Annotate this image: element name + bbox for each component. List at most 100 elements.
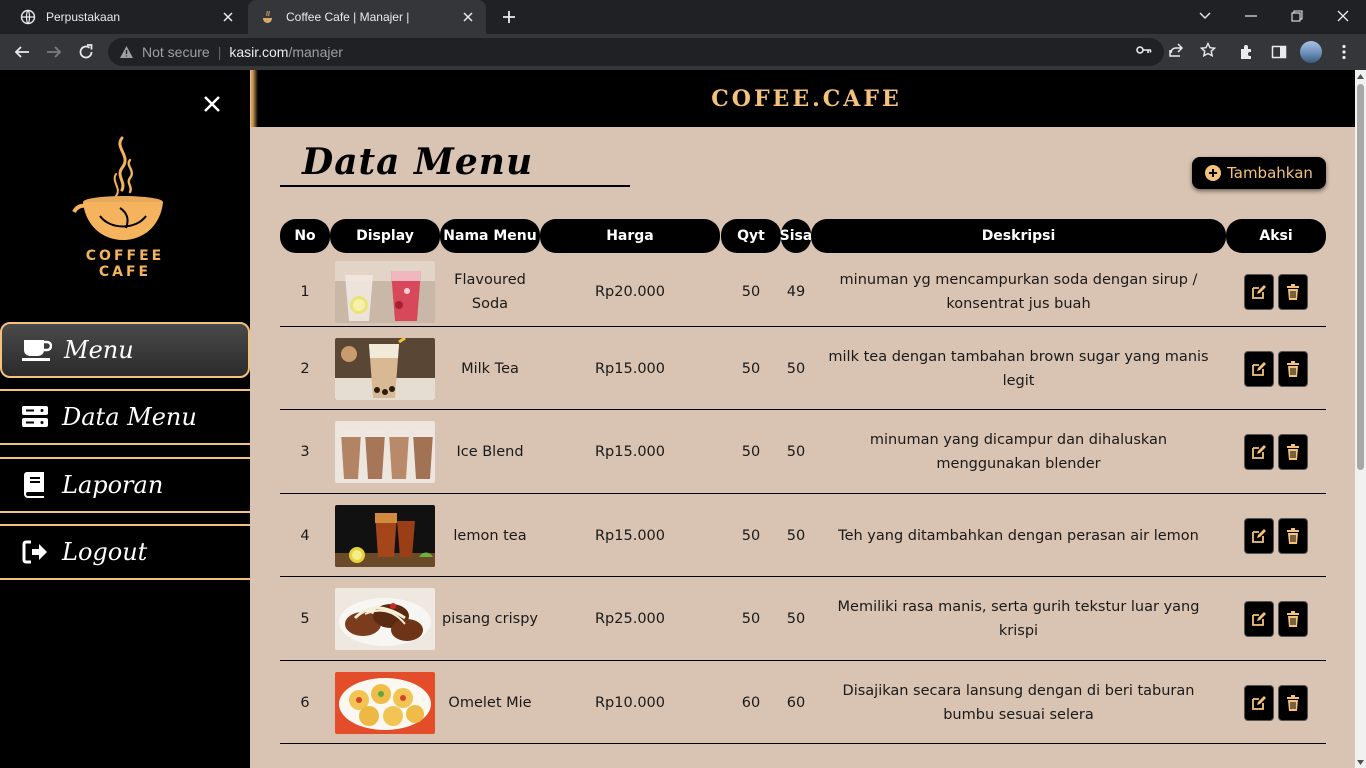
- globe-icon: [20, 9, 36, 25]
- delete-button[interactable]: [1278, 684, 1308, 721]
- table-row: 3 Ice Blend Rp15.000 50 50 minuman yang dicam…: [280, 410, 1326, 494]
- back-arrow-icon[interactable]: [8, 38, 36, 66]
- more-menu-icon[interactable]: [1330, 38, 1358, 66]
- cell-harga: Rp15.000: [594, 527, 665, 544]
- address-bar[interactable]: Not secure | kasir.com/manajer: [108, 38, 1164, 66]
- address-separator: |: [217, 44, 222, 60]
- plus-circle-icon: [1205, 165, 1222, 181]
- scrollbar-thumb[interactable]: [1357, 84, 1364, 470]
- add-button-label: Tambahkan: [1227, 164, 1313, 182]
- trash-icon: [1286, 694, 1300, 711]
- reading-list-icon[interactable]: [1265, 38, 1293, 66]
- warning-triangle-icon[interactable]: [118, 44, 134, 60]
- cell-harga: Rp20.000: [594, 284, 665, 300]
- cell-deskripsi: milk tea dengan tambahan brown sugar yan…: [828, 348, 1209, 389]
- column-header-nama-menu: Nama Menu: [440, 219, 540, 253]
- cell-nama-menu: lemon tea: [453, 527, 527, 544]
- forward-arrow-icon[interactable]: [40, 38, 68, 66]
- tab-close-icon[interactable]: [460, 9, 476, 25]
- browser-toolbar: Not secure | kasir.com/manajer: [0, 34, 1366, 70]
- edit-button[interactable]: [1244, 684, 1274, 721]
- sidebar-item-label: Data Menu: [62, 403, 197, 431]
- delete-button[interactable]: [1278, 517, 1308, 554]
- book-icon: [20, 471, 50, 499]
- add-menu-button[interactable]: Tambahkan: [1192, 157, 1326, 189]
- cell-deskripsi: Teh yang ditambahkan dengan perasan air …: [838, 527, 1199, 544]
- cell-aksi: [1226, 577, 1326, 661]
- cell-qyt: 60: [741, 694, 761, 711]
- restore-icon[interactable]: [1274, 0, 1320, 32]
- cell-sisa: 50: [786, 360, 806, 377]
- column-header-aksi: Aksi: [1226, 219, 1326, 253]
- sidebar-item-label: Laporan: [62, 471, 164, 499]
- cell-sisa: 50: [786, 611, 806, 627]
- edit-button[interactable]: [1244, 434, 1274, 470]
- cell-nama-menu: Flavoured Soda: [454, 272, 526, 312]
- cell-no: 5: [300, 611, 310, 627]
- delete-button[interactable]: [1278, 601, 1308, 637]
- cell-aksi: [1226, 410, 1326, 494]
- cell-aksi: [1226, 661, 1326, 744]
- edit-button[interactable]: [1244, 350, 1274, 387]
- main-area: COFEE.CAFE Data Menu Tambahkan No Displa…: [250, 70, 1355, 768]
- menu-image: [335, 261, 435, 323]
- cell-display: [330, 257, 440, 327]
- column-header-no: No: [280, 219, 330, 253]
- share-icon[interactable]: [1166, 40, 1186, 60]
- logout-icon: [20, 538, 50, 566]
- edit-button[interactable]: [1244, 601, 1274, 637]
- coffee-favicon-icon: [260, 9, 276, 25]
- delete-button[interactable]: [1278, 434, 1308, 470]
- sidebar-item-logout[interactable]: Logout: [0, 524, 250, 580]
- delete-button[interactable]: [1278, 274, 1308, 310]
- sidebar-item-data-menu[interactable]: Data Menu: [0, 389, 250, 445]
- url-path: /manajer: [288, 44, 343, 60]
- key-icon[interactable]: [1134, 40, 1154, 60]
- trash-icon: [1286, 360, 1300, 377]
- profile-avatar[interactable]: [1297, 38, 1325, 66]
- close-window-icon[interactable]: [1320, 0, 1366, 32]
- table-row: 1 Flavoured Soda Rp20.000 50 49 minuman yg me…: [280, 257, 1326, 327]
- scroll-down-arrow-icon[interactable]: [1357, 758, 1364, 766]
- column-header-qyt: Qyt: [721, 219, 781, 253]
- minimize-icon[interactable]: [1228, 0, 1274, 32]
- cell-sisa: 60: [786, 694, 806, 711]
- edit-button[interactable]: [1244, 517, 1274, 554]
- tab-title: Coffee Cafe | Manajer |: [286, 10, 410, 24]
- logo-text: COFFEE CAFE: [85, 248, 165, 280]
- sidebar-item-laporan[interactable]: Laporan: [0, 457, 250, 513]
- edit-icon: [1251, 444, 1267, 460]
- cell-qyt: 50: [741, 284, 761, 300]
- cell-deskripsi: minuman yg mencampurkan soda dengan siru…: [839, 272, 1198, 312]
- cell-sisa: 50: [786, 444, 806, 460]
- extensions-puzzle-icon[interactable]: [1233, 38, 1261, 66]
- tab-coffee-cafe[interactable]: Coffee Cafe | Manajer |: [248, 0, 486, 34]
- table-row: 2 Milk Tea Rp15.000 50 50 milk tea dengan tam…: [280, 327, 1326, 410]
- cell-harga: Rp10.000: [594, 694, 665, 711]
- cell-display: [330, 577, 440, 661]
- scroll-up-arrow-icon[interactable]: [1357, 72, 1364, 80]
- menu-image: [335, 504, 435, 567]
- cell-qyt: 50: [741, 611, 761, 627]
- sidebar-item-menu[interactable]: Menu: [0, 322, 250, 378]
- column-header-display: Display: [330, 219, 440, 253]
- edit-icon: [1251, 361, 1267, 377]
- sidebar-item-label: Menu: [64, 336, 134, 364]
- delete-button[interactable]: [1278, 350, 1308, 387]
- url-host: kasir.com: [229, 44, 289, 60]
- security-label: Not secure: [142, 44, 210, 60]
- tab-close-icon[interactable]: [220, 9, 236, 25]
- reload-icon[interactable]: [72, 38, 100, 66]
- tab-search-chevron-icon[interactable]: [1182, 0, 1228, 32]
- cell-nama-menu: Ice Blend: [456, 444, 524, 460]
- page-scrollbar[interactable]: [1355, 70, 1366, 768]
- sidebar-close-icon[interactable]: [200, 92, 224, 116]
- menu-image: [335, 421, 435, 483]
- edit-button[interactable]: [1244, 274, 1274, 310]
- new-tab-plus-icon[interactable]: [498, 6, 520, 28]
- column-header-deskripsi: Deskripsi: [811, 219, 1226, 253]
- bookmark-star-icon[interactable]: [1198, 40, 1218, 60]
- cell-harga: Rp15.000: [594, 360, 665, 377]
- coffee-cafe-logo: COFFEE CAFE: [60, 130, 190, 280]
- tab-perpustakaan[interactable]: Perpustakaan: [8, 0, 246, 34]
